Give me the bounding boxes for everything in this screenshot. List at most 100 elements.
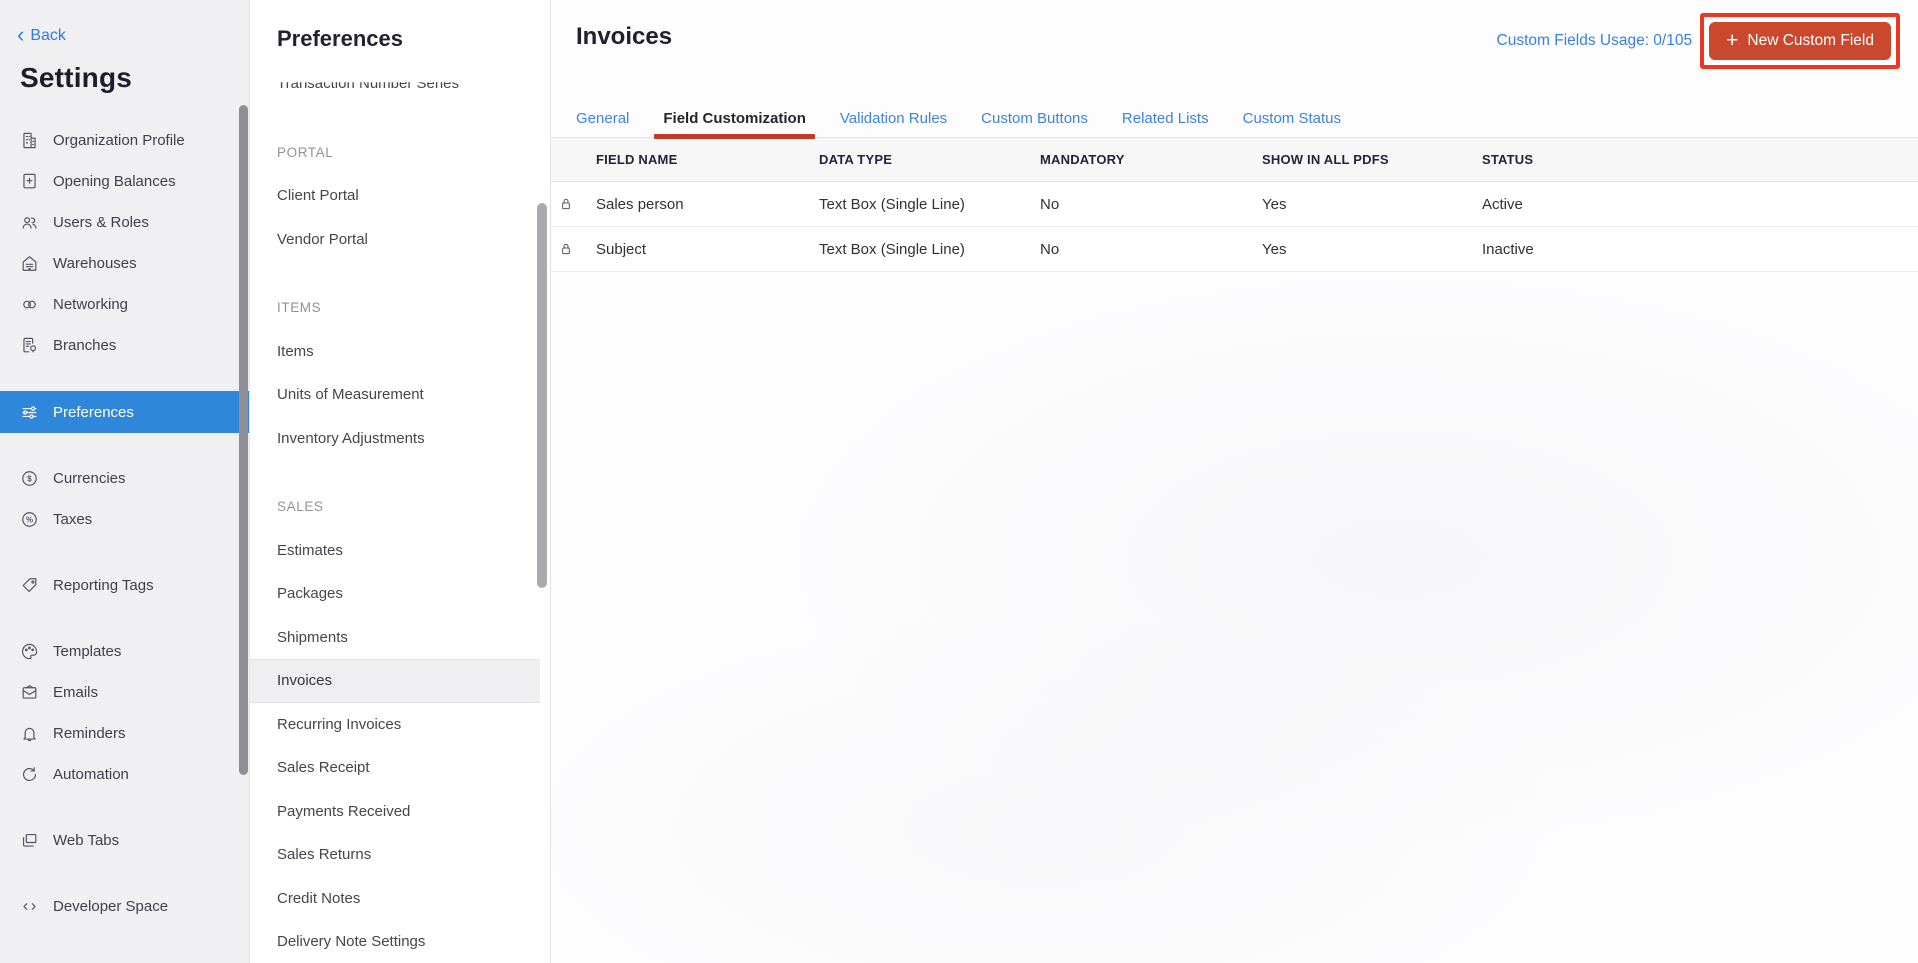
- panel-title: Preferences: [277, 26, 403, 52]
- back-link[interactable]: ‹ Back: [17, 27, 66, 45]
- sidebar-item-taxes[interactable]: % Taxes: [0, 499, 249, 540]
- sidebar-item-emails[interactable]: Emails: [0, 672, 249, 713]
- pref-item-sales-receipt[interactable]: Sales Receipt: [250, 746, 550, 790]
- pref-item-recurring-invoices[interactable]: Recurring Invoices: [250, 703, 550, 747]
- pref-item-items[interactable]: Items: [250, 330, 550, 374]
- pref-item-units-of-measurement[interactable]: Units of Measurement: [250, 373, 550, 417]
- warehouse-icon: [20, 254, 39, 273]
- sliders-icon: [20, 403, 39, 422]
- sidebar-item-label: Organization Profile: [53, 132, 185, 149]
- sidebar-item-label: Emails: [53, 684, 98, 701]
- preferences-scrollbar[interactable]: [537, 203, 547, 588]
- cell-mandatory: No: [1040, 196, 1262, 213]
- new-custom-field-button[interactable]: + New Custom Field: [1709, 22, 1891, 60]
- column-header: STATUS: [1482, 152, 1918, 167]
- custom-fields-table: FIELD NAME DATA TYPE MANDATORY SHOW IN A…: [551, 138, 1918, 272]
- page-title: Settings: [20, 62, 132, 94]
- sidebar-item-label: Networking: [53, 296, 128, 313]
- tab-custom-status[interactable]: Custom Status: [1241, 100, 1343, 137]
- pref-item-shipments[interactable]: Shipments: [250, 616, 550, 660]
- annotation-highlight-box: + New Custom Field: [1700, 13, 1900, 69]
- settings-sidebar: ‹ Back Settings Organization Profile Ope…: [0, 0, 250, 963]
- table-row[interactable]: Subject Text Box (Single Line) No Yes In…: [551, 227, 1918, 272]
- sidebar-item-label: Reporting Tags: [53, 577, 154, 594]
- tab-validation-rules[interactable]: Validation Rules: [838, 100, 949, 137]
- section-heading-sales: SALES: [250, 485, 550, 529]
- tab-general[interactable]: General: [574, 100, 631, 137]
- pref-item-transaction-number-series[interactable]: Transaction Number Series: [250, 62, 550, 106]
- tab-custom-buttons[interactable]: Custom Buttons: [979, 100, 1090, 137]
- sidebar-item-web-tabs[interactable]: Web Tabs: [0, 820, 249, 861]
- pref-item-label: Units of Measurement: [277, 386, 424, 403]
- preferences-list: Transaction Number Series PORTAL Client …: [250, 62, 550, 963]
- sidebar-item-users-roles[interactable]: Users & Roles: [0, 202, 249, 243]
- pref-item-packages[interactable]: Packages: [250, 572, 550, 616]
- sidebar-item-organization-profile[interactable]: Organization Profile: [0, 120, 249, 161]
- pref-item-invoices[interactable]: Invoices: [250, 659, 540, 703]
- building-icon: [20, 131, 39, 150]
- palette-icon: [20, 642, 39, 661]
- table-row[interactable]: Sales person Text Box (Single Line) No Y…: [551, 182, 1918, 227]
- dollar-circle-icon: $: [20, 469, 39, 488]
- sidebar-item-label: Branches: [53, 337, 116, 354]
- sidebar-scrollbar[interactable]: [239, 105, 248, 775]
- pref-item-client-portal[interactable]: Client Portal: [250, 174, 550, 218]
- pref-item-label: Packages: [277, 585, 343, 602]
- sidebar-item-label: Taxes: [53, 511, 92, 528]
- pref-item-label: Recurring Invoices: [277, 716, 401, 733]
- custom-fields-usage-link[interactable]: Custom Fields Usage: 0/105: [1497, 32, 1693, 50]
- pref-item-label: Sales Receipt: [277, 759, 370, 776]
- sidebar-nav: Organization Profile Opening Balances Us…: [0, 120, 249, 927]
- sidebar-item-warehouses[interactable]: Warehouses: [0, 243, 249, 284]
- sidebar-item-reporting-tags[interactable]: Reporting Tags: [0, 565, 249, 606]
- linked-circles-icon: [20, 295, 39, 314]
- pref-item-inventory-adjustments[interactable]: Inventory Adjustments: [250, 417, 550, 461]
- sidebar-item-networking[interactable]: Networking: [0, 284, 249, 325]
- pref-item-delivery-note-settings[interactable]: Delivery Note Settings: [250, 920, 550, 963]
- pref-item-label: Sales Returns: [277, 846, 371, 863]
- cell-field-name: Sales person: [596, 196, 819, 213]
- sidebar-item-label: Users & Roles: [53, 214, 149, 231]
- sidebar-item-reminders[interactable]: Reminders: [0, 713, 249, 754]
- tab-related-lists[interactable]: Related Lists: [1120, 100, 1211, 137]
- preferences-panel: Preferences Transaction Number Series PO…: [250, 0, 551, 963]
- sidebar-item-label: Templates: [53, 643, 121, 660]
- cell-data-type: Text Box (Single Line): [819, 196, 1040, 213]
- column-header: DATA TYPE: [819, 152, 1040, 167]
- section-heading-portal: PORTAL: [250, 131, 550, 175]
- tab-bar: General Field Customization Validation R…: [551, 100, 1918, 138]
- sidebar-item-preferences[interactable]: Preferences: [0, 391, 249, 433]
- sidebar-item-label: Automation: [53, 766, 129, 783]
- settings-page: ‹ Back Settings Organization Profile Ope…: [0, 0, 1918, 963]
- cell-field-name: Subject: [596, 241, 819, 258]
- sidebar-item-label: Warehouses: [53, 255, 137, 272]
- sidebar-item-branches[interactable]: Branches: [0, 325, 249, 366]
- pref-item-label: Inventory Adjustments: [277, 430, 425, 447]
- section-heading-items: ITEMS: [250, 286, 550, 330]
- main-title: Invoices: [576, 23, 672, 51]
- refresh-icon: [20, 765, 39, 784]
- pref-item-estimates[interactable]: Estimates: [250, 529, 550, 573]
- sidebar-item-templates[interactable]: Templates: [0, 631, 249, 672]
- sidebar-item-automation[interactable]: Automation: [0, 754, 249, 795]
- pref-item-sales-returns[interactable]: Sales Returns: [250, 833, 550, 877]
- sidebar-item-opening-balances[interactable]: Opening Balances: [0, 161, 249, 202]
- sidebar-item-label: Web Tabs: [53, 832, 119, 849]
- column-header: FIELD NAME: [596, 152, 819, 167]
- pref-item-label: Client Portal: [277, 187, 359, 204]
- lock-icon: [551, 196, 596, 212]
- tab-field-customization[interactable]: Field Customization: [661, 100, 808, 137]
- pref-item-payments-received[interactable]: Payments Received: [250, 790, 550, 834]
- pref-item-label: Credit Notes: [277, 890, 360, 907]
- sidebar-item-label: Opening Balances: [53, 173, 176, 190]
- lock-icon: [551, 241, 596, 257]
- cell-show-in-all-pdfs: Yes: [1262, 196, 1482, 213]
- sidebar-item-currencies[interactable]: $ Currencies: [0, 458, 249, 499]
- document-plus-icon: [20, 172, 39, 191]
- pref-item-vendor-portal[interactable]: Vendor Portal: [250, 218, 550, 262]
- svg-text:%: %: [26, 515, 33, 524]
- sidebar-item-developer-space[interactable]: Developer Space: [0, 886, 249, 927]
- sidebar-item-label: Developer Space: [53, 898, 168, 915]
- pref-item-credit-notes[interactable]: Credit Notes: [250, 877, 550, 921]
- cell-status: Active: [1482, 196, 1918, 213]
